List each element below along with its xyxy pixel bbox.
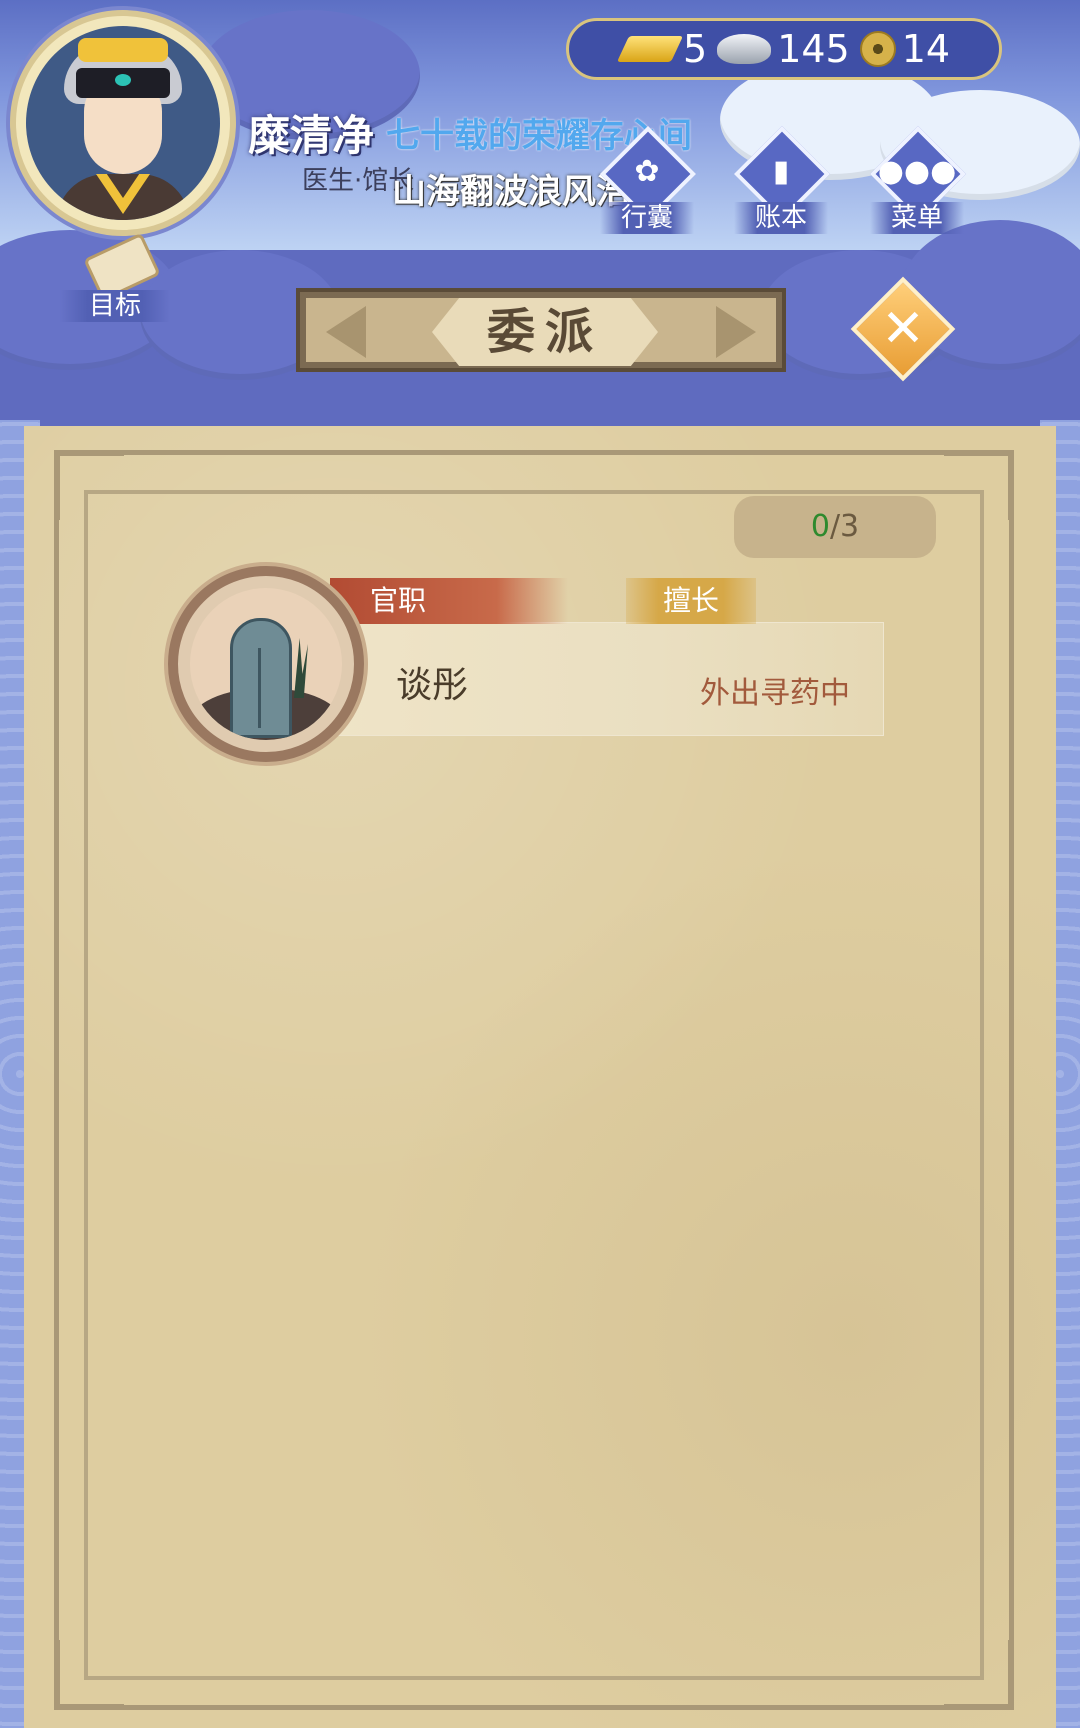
goal-label: 目标 [60,290,170,322]
ledger-label: 账本 [734,202,828,234]
panel-title-banner: 委派 [296,288,786,372]
ledger-glyph: ▮ [772,154,790,189]
bag-button[interactable]: ✿ 行囊 [592,125,702,240]
menu-glyph: ●●● [877,154,957,189]
coin-counter: 14 [859,27,951,71]
gold-counter: 5 [616,27,708,71]
gold-ingot-icon [616,36,684,62]
counter-current: 0 [810,509,830,544]
bag-glyph: ✿ [634,154,660,189]
frame-corner [944,1640,1014,1710]
frame-corner [54,1640,124,1710]
menu-button[interactable]: ●●● 菜单 [862,125,972,240]
bag-label: 行囊 [600,202,694,234]
counter-total: /3 [829,509,860,544]
panel-title: 委派 [486,304,603,360]
silver-counter: 145 [717,27,850,71]
chevron-right-decoration [716,306,756,358]
tag-skill: 擅长 [626,578,756,624]
official-name: 谈彤 [396,665,469,706]
coin-amount: 14 [901,27,951,71]
player-avatar[interactable] [10,10,236,236]
currency-bar: 5 145 14 [566,18,1002,80]
silver-amount: 145 [777,27,850,71]
tag-position: 官职 [330,578,568,624]
goal-button[interactable]: 目标 [60,232,170,322]
avatar-portrait [26,26,220,220]
tombstone-icon [190,588,342,740]
chevron-left-decoration [326,306,366,358]
player-name: 糜清净 [248,111,375,160]
copper-coin-icon [859,31,896,67]
frame-corner [54,450,124,520]
close-icon[interactable]: ✕ [866,292,940,366]
assignment-counter: 0/3 [734,496,936,558]
gold-amount: 5 [683,27,708,71]
menu-label: 菜单 [870,202,964,234]
frame-corner [944,450,1014,520]
official-status: 外出寻药中 [700,676,850,711]
ledger-button[interactable]: ▮ 账本 [726,125,836,240]
official-portrait[interactable] [168,566,364,762]
silver-ingot-icon [717,34,772,64]
